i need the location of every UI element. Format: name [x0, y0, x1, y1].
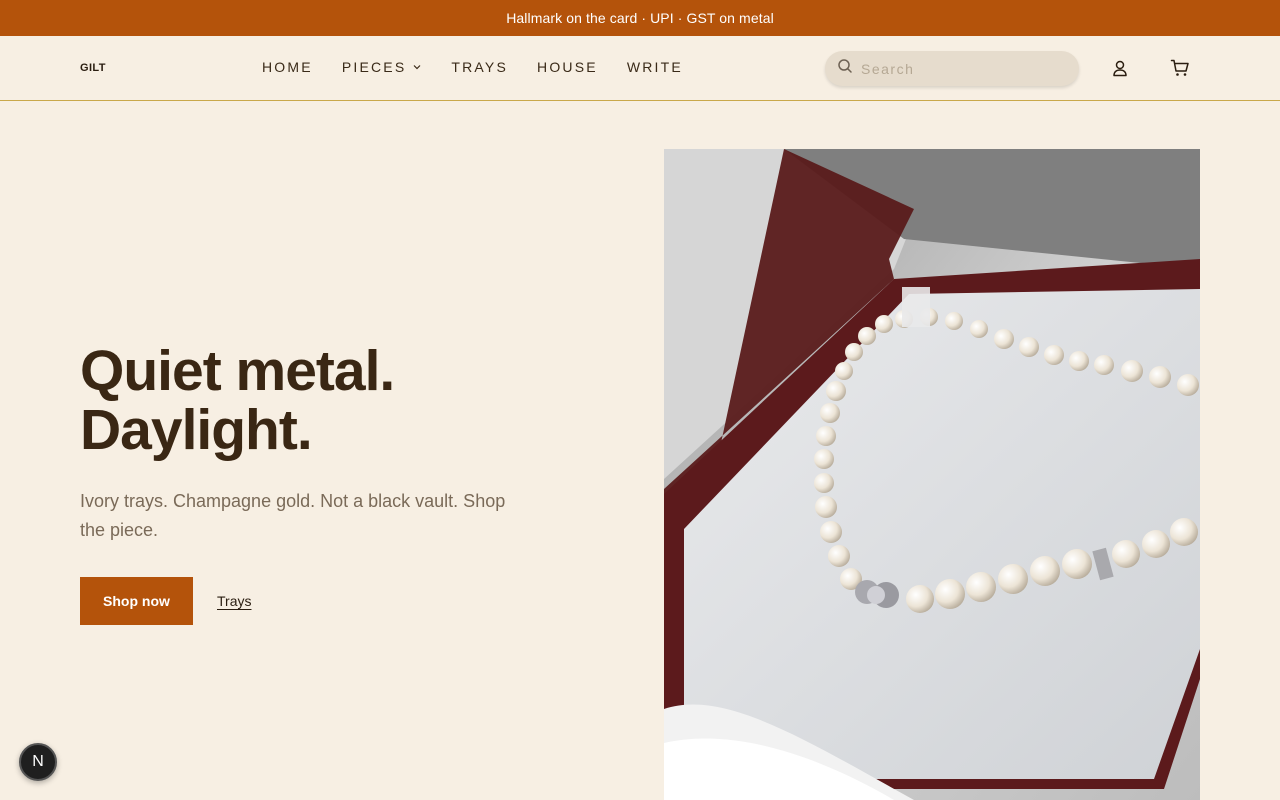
- search-box[interactable]: [825, 51, 1079, 86]
- chevron-down-icon: [412, 62, 422, 72]
- hero-title: Quiet metal. Daylight.: [80, 339, 395, 462]
- shop-now-button[interactable]: Shop now: [80, 577, 193, 625]
- pearl-necklace-illustration: [664, 149, 1200, 800]
- nav-house[interactable]: HOUSE: [537, 59, 598, 75]
- nav-write[interactable]: WRITE: [627, 59, 683, 75]
- nav-house-label: HOUSE: [537, 59, 598, 75]
- nav-home[interactable]: HOME: [262, 59, 313, 75]
- nav-trays-label: TRAYS: [451, 59, 509, 75]
- trays-link[interactable]: Trays: [217, 593, 251, 609]
- nav-pieces[interactable]: PIECES: [342, 59, 423, 75]
- nav-home-label: HOME: [262, 59, 313, 75]
- main-nav: HOME PIECES TRAYS HOUSE WRITE: [262, 59, 712, 75]
- hero-title-line2: Daylight.: [80, 398, 313, 462]
- hero-title-line1: Quiet metal.: [80, 339, 395, 403]
- logo[interactable]: GILT: [80, 62, 106, 74]
- hero-image-pearl-necklace: [664, 149, 1200, 800]
- announcement-text: Hallmark on the card · UPI · GST on meta…: [506, 10, 774, 26]
- nav-write-label: WRITE: [626, 59, 683, 75]
- nav-trays[interactable]: TRAYS: [451, 59, 508, 75]
- cart-icon[interactable]: [1169, 57, 1191, 79]
- announcement-bar: Hallmark on the card · UPI · GST on meta…: [0, 0, 1280, 36]
- search-icon: [837, 58, 853, 79]
- nav-pieces-label: PIECES: [341, 59, 407, 75]
- site-header: GILT HOME PIECES TRAYS HOUSE WRITE: [0, 36, 1280, 101]
- search-input[interactable]: [861, 60, 1061, 77]
- next-dev-badge[interactable]: N: [19, 743, 57, 781]
- hero-subtitle: Ivory trays. Champagne gold. Not a black…: [80, 491, 506, 540]
- user-icon[interactable]: [1109, 57, 1131, 79]
